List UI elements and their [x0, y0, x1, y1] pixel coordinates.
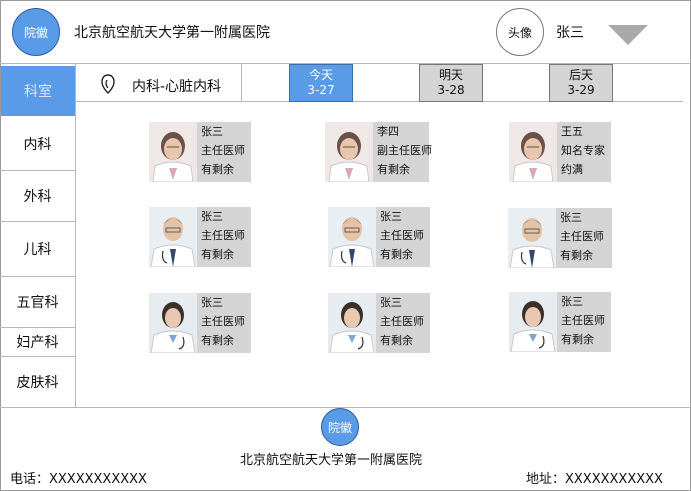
- sidebar-item-pediatrics[interactable]: 儿科: [0, 222, 75, 276]
- doctor-photo: [325, 122, 373, 182]
- tab-day-name: 明天: [438, 68, 463, 82]
- sidebar-item-obgyn[interactable]: 妇产科: [0, 328, 75, 356]
- doctor-card[interactable]: 李四 副主任医师 有剩余: [325, 122, 432, 182]
- footer-address: 地址：XXXXXXXXXXX: [526, 472, 663, 487]
- doctor-title: 主任医师: [380, 315, 424, 328]
- tab-day-date: 3-28: [437, 83, 465, 97]
- doctor-title: 主任医师: [201, 144, 245, 157]
- doctor-name: 张三: [380, 296, 402, 309]
- sidebar-item-dermatology[interactable]: 皮肤科: [0, 357, 75, 407]
- doctor-name: 张三: [201, 210, 223, 223]
- tab-tomorrow[interactable]: 明天 3-28: [419, 64, 483, 102]
- doctor-title: 副主任医师: [377, 144, 432, 157]
- tab-day-date: 3-27: [307, 83, 335, 97]
- footer-phone: 电话：XXXXXXXXXXX: [10, 472, 147, 487]
- doctor-card[interactable]: 张三 主任医师 有剩余: [328, 293, 430, 353]
- doctor-title: 主任医师: [201, 315, 245, 328]
- hospital-logo: 院徽: [12, 8, 60, 56]
- toolbar-separator: [241, 64, 242, 101]
- doctor-photo: [328, 207, 376, 267]
- footer-hospital-logo: 院徽: [321, 408, 359, 446]
- sidebar-divider: [75, 64, 76, 407]
- doctor-card[interactable]: 张三 主任医师 有剩余: [328, 207, 430, 267]
- tab-day-after-tomorrow[interactable]: 后天 3-29: [549, 64, 613, 102]
- footer-logo-label: 院徽: [327, 420, 352, 435]
- location-pin-icon: [101, 74, 115, 94]
- doctor-card[interactable]: 张三 主任医师 有剩余: [509, 292, 611, 352]
- doctor-photo: [509, 292, 557, 352]
- doctor-availability: 有剩余: [380, 334, 413, 347]
- doctor-availability: 有剩余: [201, 334, 234, 347]
- user-avatar[interactable]: 头像: [496, 8, 544, 56]
- hospital-logo-label: 院徽: [23, 25, 48, 40]
- doctor-title: 主任医师: [560, 230, 604, 243]
- doctor-name: 张三: [560, 211, 582, 224]
- doctor-title: 知名专家: [561, 144, 605, 157]
- doctor-name: 张三: [380, 210, 402, 223]
- doctor-photo: [149, 207, 197, 267]
- doctor-name: 张三: [201, 125, 223, 138]
- doctor-photo: [508, 208, 556, 268]
- sidebar-item-internal-medicine[interactable]: 内科: [0, 118, 75, 170]
- doctor-name: 张三: [201, 296, 223, 309]
- doctor-name: 李四: [377, 125, 399, 138]
- tab-day-name: 后天: [568, 68, 593, 82]
- hospital-name: 北京航空航天大学第一附属医院: [74, 25, 270, 41]
- doctor-title: 主任医师: [380, 229, 424, 242]
- doctor-name: 张三: [561, 295, 583, 308]
- doctor-card[interactable]: 张三 主任医师 有剩余: [149, 293, 251, 353]
- sidebar-item-ent[interactable]: 五官科: [0, 277, 75, 327]
- doctor-availability: 有剩余: [380, 248, 413, 261]
- sidebar-title: 科室: [1, 66, 75, 116]
- sidebar-item-surgery[interactable]: 外科: [0, 171, 75, 221]
- tab-day-date: 3-29: [567, 83, 595, 97]
- doctor-availability: 有剩余: [201, 248, 234, 261]
- doctor-photo: [149, 122, 197, 182]
- doctor-availability: 有剩余: [560, 249, 593, 262]
- doctor-availability: 有剩余: [377, 163, 410, 176]
- tab-today[interactable]: 今天 3-27: [289, 64, 353, 102]
- username[interactable]: 张三: [556, 22, 584, 42]
- doctor-photo: [328, 293, 376, 353]
- doctor-card[interactable]: 张三 主任医师 有剩余: [508, 208, 612, 268]
- tab-day-name: 今天: [308, 68, 333, 82]
- doctor-availability: 有剩余: [201, 163, 234, 176]
- chevron-down-icon[interactable]: [608, 25, 648, 45]
- doctor-photo: [509, 122, 557, 182]
- doctor-card[interactable]: 王五 知名专家 约满: [509, 122, 611, 182]
- footer-hospital-name: 北京航空航天大学第一附属医院: [240, 453, 423, 468]
- doctor-availability: 有剩余: [561, 333, 594, 346]
- doctor-photo: [149, 293, 197, 353]
- doctor-availability: 约满: [561, 163, 583, 176]
- current-department: 内科-心脏内科: [132, 79, 222, 95]
- doctor-title: 主任医师: [201, 229, 245, 242]
- doctor-name: 王五: [561, 125, 583, 138]
- doctor-title: 主任医师: [561, 314, 605, 327]
- doctor-card[interactable]: 张三 主任医师 有剩余: [149, 207, 251, 267]
- avatar-label: 头像: [507, 25, 532, 40]
- doctor-card[interactable]: 张三 主任医师 有剩余: [149, 122, 251, 182]
